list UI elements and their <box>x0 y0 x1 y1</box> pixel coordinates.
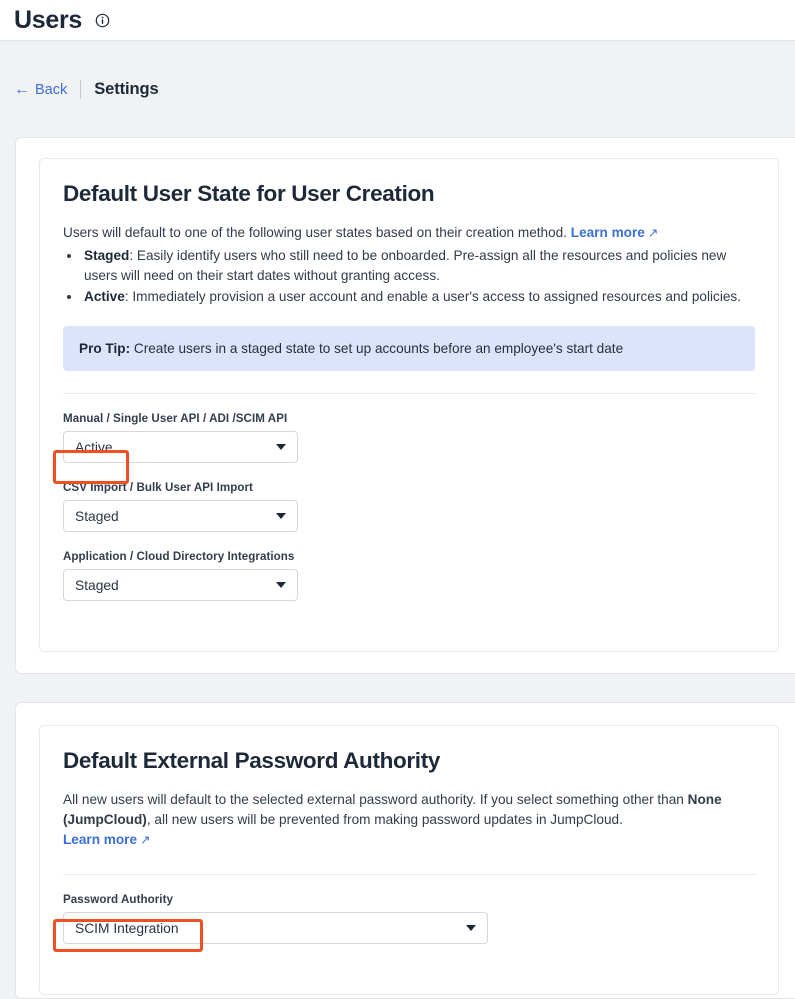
field-password-authority: Password Authority SCIM Integration <box>63 893 755 945</box>
card-title-password-authority: Default External Password Authority <box>63 748 440 773</box>
learn-more-label: Learn more <box>63 832 138 848</box>
breadcrumb: ← Back Settings <box>0 42 795 137</box>
external-link-icon: ↗ <box>140 833 151 848</box>
learn-more-link-user-state[interactable]: Learn more ↗ <box>571 225 659 240</box>
card-description-password-authority: All new users will default to the select… <box>63 790 755 850</box>
card-description-user-state: Users will default to one of the followi… <box>63 223 755 243</box>
chevron-down-icon <box>276 444 286 451</box>
bullet-text-active: : Immediately provision a user account a… <box>124 289 741 305</box>
pro-tip-banner: Pro Tip: Create users in a staged state … <box>63 326 755 372</box>
password-authority-select[interactable]: SCIM Integration <box>63 912 488 945</box>
breadcrumb-separator <box>80 80 82 99</box>
card-description-text-part2: , all new users will be prevented from m… <box>146 811 623 827</box>
card-description-text-part1: All new users will default to the select… <box>63 791 688 807</box>
back-link[interactable]: ← Back <box>14 80 68 98</box>
back-link-label: Back <box>35 81 68 98</box>
page-title: Users <box>14 5 82 34</box>
pro-tip-text: Create users in a staged state to set up… <box>133 341 624 357</box>
card-default-external-password-authority: Default External Password Authority All … <box>39 725 779 995</box>
info-circle-icon[interactable] <box>95 13 110 28</box>
list-item: Staged: Easily identify users who still … <box>82 246 755 286</box>
left-gutter <box>0 137 15 999</box>
arrow-left-icon: ← <box>14 80 30 98</box>
pro-tip-label: Pro Tip: <box>79 341 131 357</box>
select-value: Staged <box>75 577 119 593</box>
settings-page: Users ← Back Settings Default User State… <box>0 0 795 999</box>
panel-default-user-state: Default User State for User Creation Use… <box>15 137 795 674</box>
field-label-application-cloud-directory-integrations: Application / Cloud Directory Integratio… <box>63 550 295 564</box>
field-label-manual-single-user-api: Manual / Single User API / ADI /SCIM API <box>63 412 288 426</box>
section-divider <box>63 874 755 876</box>
page-header: Users <box>0 0 795 41</box>
user-state-bullet-list: Staged: Easily identify users who still … <box>63 246 755 307</box>
chevron-down-icon <box>276 513 286 520</box>
select-value: Staged <box>75 508 119 524</box>
field-application-cloud-directory-integrations: Application / Cloud Directory Integratio… <box>63 550 755 602</box>
application-cloud-directory-integrations-select[interactable]: Staged <box>63 569 298 602</box>
bullet-text-staged: : Easily identify users who still need t… <box>84 247 727 284</box>
learn-more-link-password-authority[interactable]: Learn more ↗ <box>63 832 151 847</box>
breadcrumb-current: Settings <box>94 80 159 98</box>
bullet-term-active: Active <box>84 289 125 305</box>
manual-single-user-api-select[interactable]: Active <box>63 431 298 464</box>
bullet-term-staged: Staged <box>84 247 130 263</box>
field-label-csv-import-bulk-user-api: CSV Import / Bulk User API Import <box>63 481 253 495</box>
list-item: Active: Immediately provision a user acc… <box>82 287 755 307</box>
select-value: Active <box>75 439 113 455</box>
external-link-icon: ↗ <box>647 225 659 240</box>
chevron-down-icon <box>276 582 286 589</box>
select-value: SCIM Integration <box>75 920 179 936</box>
card-default-user-state: Default User State for User Creation Use… <box>39 158 779 652</box>
learn-more-label: Learn more <box>570 224 645 240</box>
csv-import-bulk-user-api-select[interactable]: Staged <box>63 500 298 533</box>
chevron-down-icon <box>466 925 476 932</box>
section-divider <box>63 393 755 395</box>
panel-default-external-password-authority: Default External Password Authority All … <box>15 702 795 999</box>
field-label-password-authority: Password Authority <box>63 893 173 907</box>
field-manual-single-user-api: Manual / Single User API / ADI /SCIM API… <box>63 412 755 464</box>
field-csv-import-bulk-user-api: CSV Import / Bulk User API Import Staged <box>63 481 755 533</box>
card-description-text: Users will default to one of the followi… <box>63 224 568 240</box>
card-title-user-state: Default User State for User Creation <box>63 181 435 206</box>
